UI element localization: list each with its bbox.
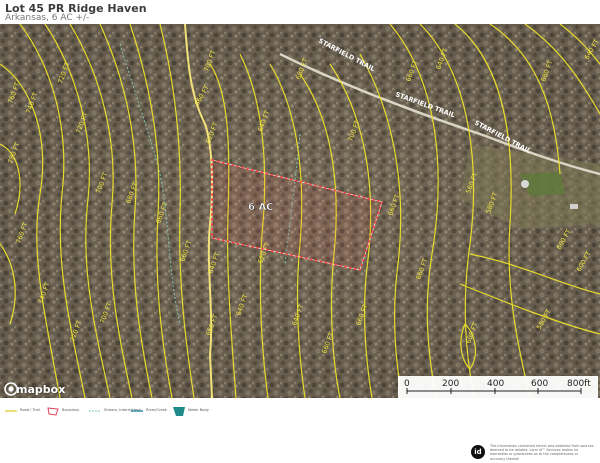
building — [570, 204, 578, 209]
mapbox-logo-text[interactable]: mapbox — [16, 383, 65, 396]
river-line-icon — [131, 410, 143, 412]
page-subtitle: Arkansas, 6 AC +/- — [5, 13, 90, 23]
boundary-polygon-icon — [47, 407, 59, 416]
building — [521, 180, 529, 188]
land-id-badge: id — [471, 445, 485, 459]
disclaimer-text: The information contained herein was obt… — [490, 444, 594, 461]
parcel-acreage-label[interactable]: 6 AC — [248, 202, 274, 213]
map-svg[interactable]: 700 FT 660 FT 680 FT 640 FT 620 FT 720 F… — [0, 24, 600, 398]
scale-ruler — [406, 388, 582, 394]
road-line-icon — [5, 410, 17, 412]
scale-bar: 0 200 400 600 800ft — [398, 376, 598, 398]
map-canvas[interactable]: 700 FT 660 FT 680 FT 640 FT 620 FT 720 F… — [0, 24, 600, 398]
stream-dashed-icon — [89, 410, 101, 412]
map-header: Lot 45 PR Ridge Haven Arkansas, 6 AC +/- — [0, 0, 600, 24]
water-body-icon — [173, 407, 185, 416]
